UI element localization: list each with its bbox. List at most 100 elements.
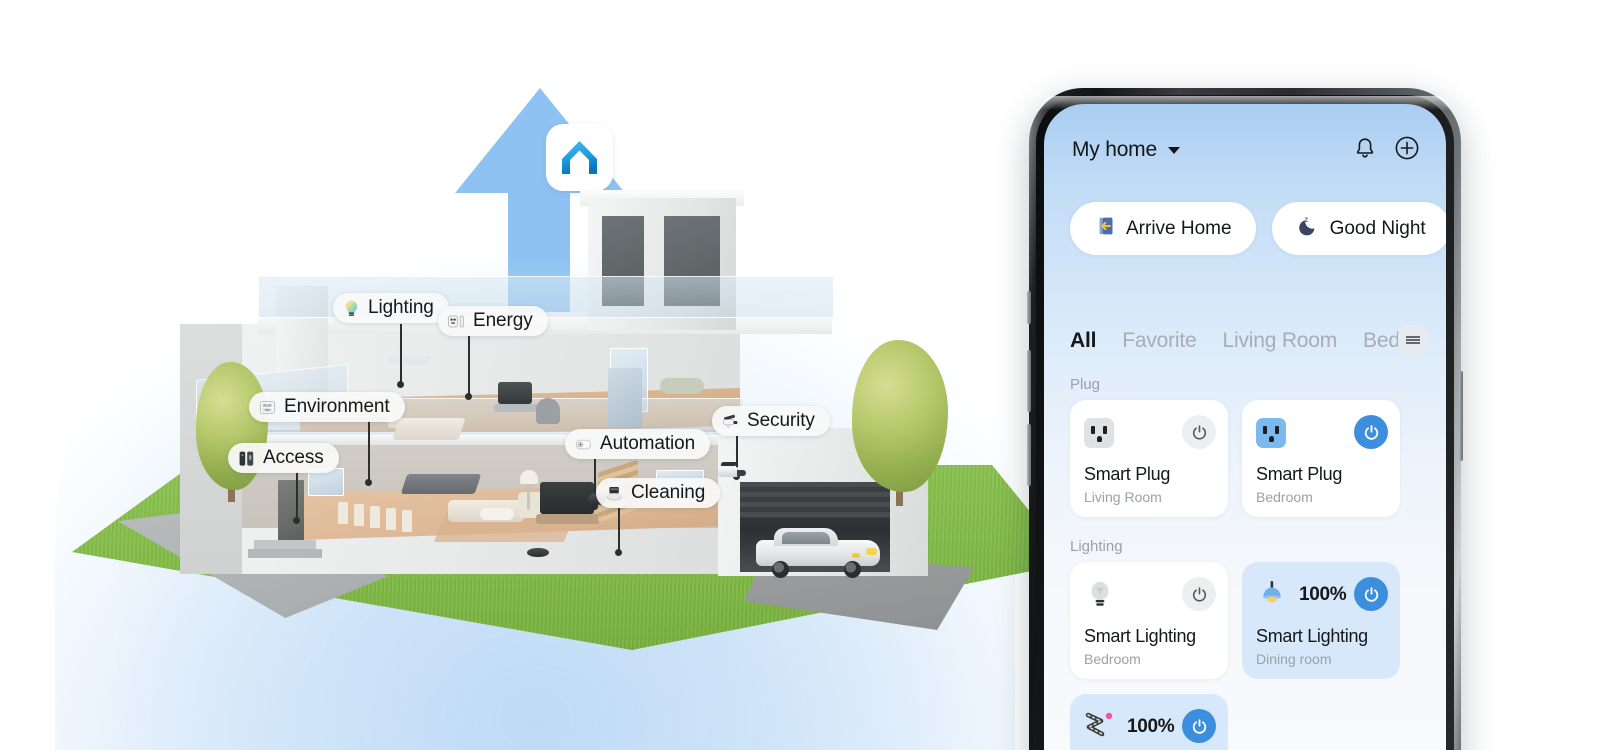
tab-favorite[interactable]: Favorite xyxy=(1122,329,1196,353)
room-tab-bar: All Favorite Living Room Bedr xyxy=(1044,323,1446,359)
label-energy-text: Energy xyxy=(473,310,533,331)
device-card-smart-lighting-dining-room[interactable]: 100% Smart Lighting Dining room xyxy=(1242,562,1400,679)
leader-dot-energy xyxy=(465,393,472,400)
kitchen-counter xyxy=(400,474,482,494)
phone-mockup: My home Arrive Home z Good Night All Fav… xyxy=(1027,88,1463,750)
pendant-lamp-icon xyxy=(1256,578,1290,612)
label-security-text: Security xyxy=(747,410,815,431)
entry-step-1 xyxy=(254,540,316,549)
tv-stand xyxy=(536,514,600,524)
phone-power-button[interactable] xyxy=(1459,371,1463,461)
device-name: Smart Lighting xyxy=(1084,626,1196,646)
device-name: Smart Plug xyxy=(1256,464,1343,484)
car-foglight xyxy=(852,553,860,558)
label-environment-text: Environment xyxy=(284,396,390,417)
motion-sensor-icon xyxy=(574,435,593,454)
car xyxy=(756,528,880,578)
refrigerator xyxy=(608,368,642,428)
notification-bell-icon[interactable] xyxy=(1354,136,1376,165)
television xyxy=(540,482,594,514)
floor-lamp-shade xyxy=(520,470,538,484)
svg-text:z: z xyxy=(1304,215,1308,224)
device-card-smart-plug-living-room[interactable]: Smart Plug Living Room xyxy=(1070,400,1228,517)
brightness-percent: 100% xyxy=(1127,716,1175,737)
device-room: Dining room xyxy=(1256,651,1332,667)
label-security[interactable]: Security xyxy=(712,406,830,436)
scene-label-good-night: Good Night xyxy=(1329,217,1426,239)
leader-environment xyxy=(368,420,370,482)
thermo-hygrometer-icon: 25.0° 53% xyxy=(258,398,277,417)
card-top-row xyxy=(1256,414,1388,452)
garage-door xyxy=(740,482,890,518)
scene-chip-good-night[interactable]: z Good Night xyxy=(1271,202,1446,255)
device-card-light-strip[interactable]: 100% xyxy=(1070,694,1228,750)
robot-vacuum-icon xyxy=(605,484,624,503)
coffee-table xyxy=(480,508,514,520)
door-arrow-icon xyxy=(1094,215,1116,243)
device-room: Living Room xyxy=(1084,489,1162,505)
power-icon[interactable] xyxy=(1354,415,1388,449)
light-strip-icon xyxy=(1084,710,1118,744)
label-cleaning[interactable]: Cleaning xyxy=(596,478,721,508)
card-top-row: 100% xyxy=(1256,576,1388,614)
label-cleaning-text: Cleaning xyxy=(631,482,706,503)
floor-lamp-pole xyxy=(527,484,530,510)
office-chair xyxy=(536,398,560,424)
device-card-smart-plug-bedroom[interactable]: Smart Plug Bedroom xyxy=(1242,400,1400,517)
label-lighting-text: Lighting xyxy=(368,297,434,318)
moon-zzz-icon: z xyxy=(1296,215,1320,243)
section-title-lighting: Lighting xyxy=(1070,538,1123,555)
car-window xyxy=(782,532,830,544)
card-top-row xyxy=(1084,414,1216,452)
phone-volume-up-button[interactable] xyxy=(1027,350,1031,412)
car-wheel-rear xyxy=(844,561,861,578)
bed xyxy=(392,418,466,440)
power-icon[interactable] xyxy=(1182,415,1216,449)
app-header: My home xyxy=(1044,130,1446,170)
phone-mute-switch[interactable] xyxy=(1027,291,1031,324)
add-circle-icon[interactable] xyxy=(1394,135,1420,166)
air-conditioner xyxy=(388,356,430,365)
label-access[interactable]: Access xyxy=(228,443,339,473)
chevron-down-icon[interactable] xyxy=(1167,146,1180,154)
device-card-smart-lighting-bedroom[interactable]: Smart Lighting Bedroom xyxy=(1070,562,1228,679)
label-automation-text: Automation xyxy=(600,433,696,454)
smart-plug-icon xyxy=(1084,416,1118,450)
leader-energy xyxy=(468,336,470,396)
hamburger-menu-icon[interactable] xyxy=(1398,325,1428,355)
energy-meter-icon xyxy=(447,312,466,331)
leader-dot-environment xyxy=(365,479,372,486)
power-icon[interactable] xyxy=(1354,577,1388,611)
smart-bulb-icon xyxy=(342,299,361,318)
scene-label-arrive-home: Arrive Home xyxy=(1126,217,1232,239)
tab-living-room[interactable]: Living Room xyxy=(1223,329,1338,353)
device-name: Smart Plug xyxy=(1084,464,1171,484)
label-automation[interactable]: Automation xyxy=(565,429,711,459)
label-energy[interactable]: Energy xyxy=(438,306,548,336)
home-icon xyxy=(546,124,613,191)
dining-set xyxy=(336,496,432,532)
tree-right xyxy=(852,340,948,492)
bathtub xyxy=(660,378,704,394)
smart-plug-icon xyxy=(1256,416,1290,450)
smart-home-illustration: Lighting Energy 25.0° 53% Environment Ac… xyxy=(0,0,1040,750)
label-lighting[interactable]: Lighting xyxy=(333,293,449,323)
tab-all[interactable]: All xyxy=(1070,329,1096,353)
label-environment[interactable]: 25.0° 53% Environment xyxy=(249,392,405,422)
phone-volume-down-button[interactable] xyxy=(1027,424,1031,486)
leader-cleaning xyxy=(618,508,620,552)
label-access-text: Access xyxy=(263,447,324,468)
bulb-icon xyxy=(1084,578,1118,612)
home-name[interactable]: My home xyxy=(1072,138,1157,162)
section-title-plug: Plug xyxy=(1070,376,1101,393)
device-room: Bedroom xyxy=(1256,489,1313,505)
scene-chip-arrive-home[interactable]: Arrive Home xyxy=(1070,202,1256,255)
power-icon[interactable] xyxy=(1182,709,1216,743)
car-headlight xyxy=(866,548,877,555)
camera-prop xyxy=(718,462,748,481)
power-icon[interactable] xyxy=(1182,577,1216,611)
car-wheel-front xyxy=(772,561,789,578)
device-name: Smart Lighting xyxy=(1256,626,1368,646)
phone-screen: My home Arrive Home z Good Night All Fav… xyxy=(1044,104,1446,750)
card-top-row: 100% xyxy=(1084,708,1216,746)
